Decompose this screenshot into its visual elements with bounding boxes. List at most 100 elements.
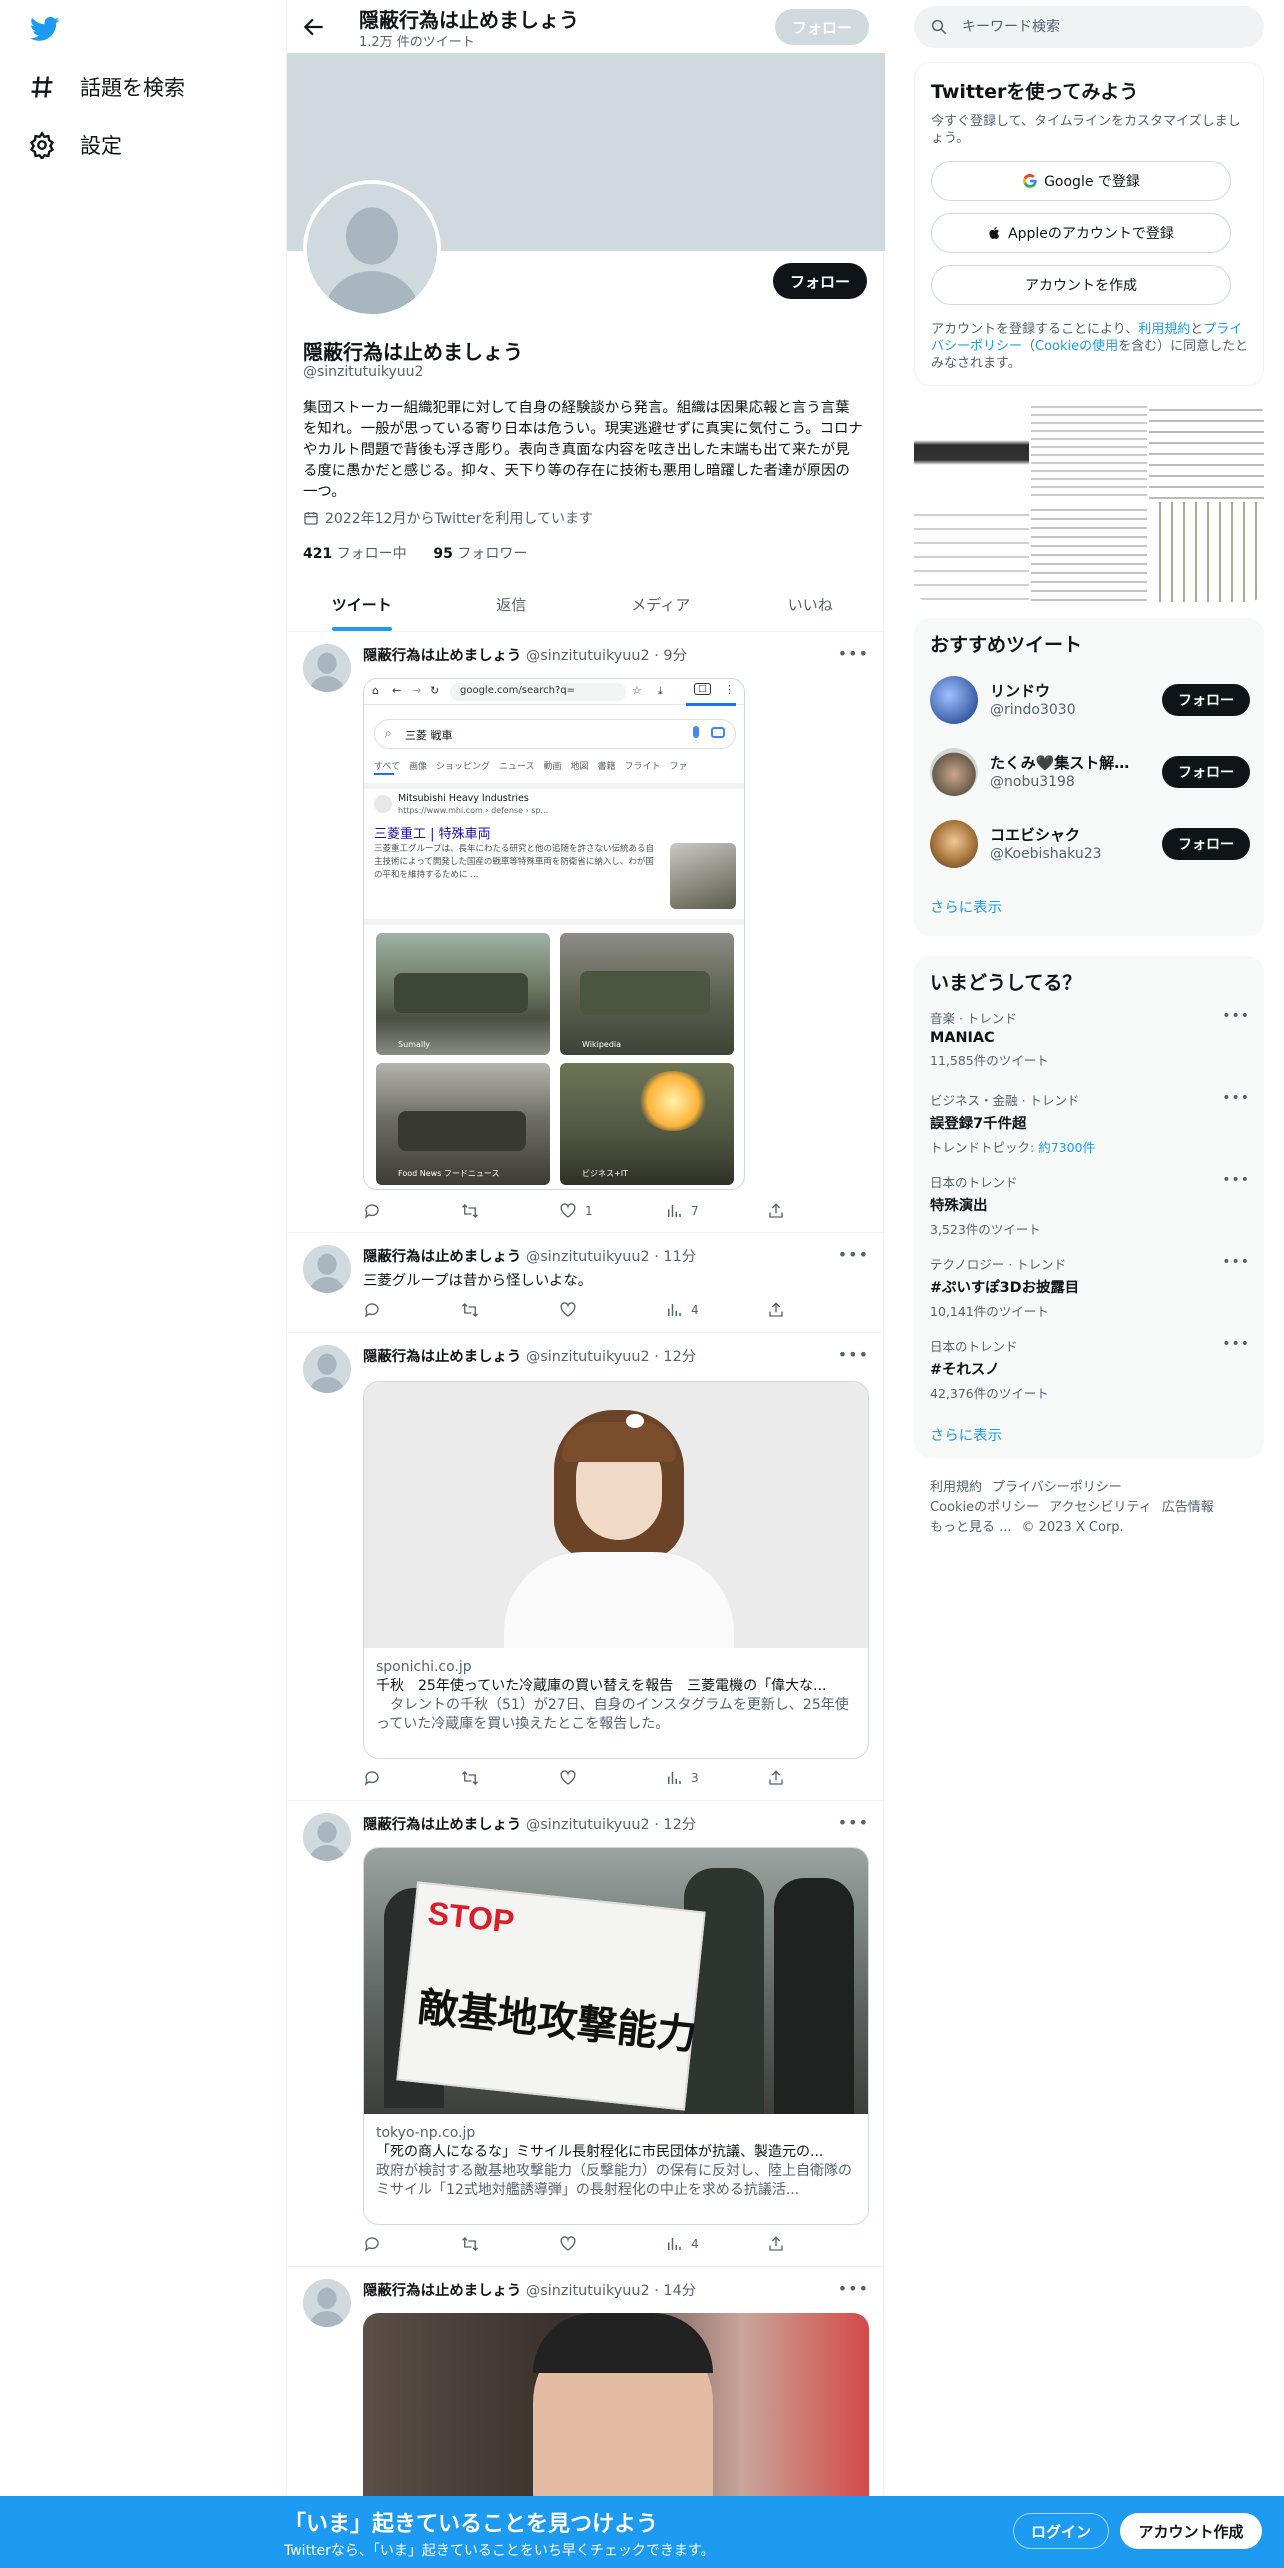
terms-link[interactable]: 利用規約 bbox=[1138, 322, 1190, 337]
suggested-show-more[interactable]: さらに表示 bbox=[930, 896, 1002, 917]
share-button[interactable] bbox=[767, 1202, 785, 1220]
apple-signup-button[interactable]: Appleのアカウントで登録 bbox=[931, 213, 1231, 253]
more-icon[interactable]: ••• bbox=[1222, 1090, 1250, 1106]
following-link[interactable]: 421 フォロー中 bbox=[303, 546, 407, 562]
tweet[interactable]: 隠蔽行為は止めましょう @sinzitutuikyuu2 · 11分 ••• 三… bbox=[287, 1233, 885, 1333]
retweet-button[interactable] bbox=[461, 2235, 479, 2253]
more-icon[interactable]: ••• bbox=[838, 1345, 869, 1364]
views-button[interactable]: 7 bbox=[665, 1202, 699, 1220]
tweet-image[interactable] bbox=[363, 2313, 869, 2496]
suggested-follow-button[interactable]: フォロー bbox=[1162, 684, 1250, 716]
tweet[interactable]: 隠蔽行為は止めましょう @sinzitutuikyuu2 · 14分 ••• bbox=[287, 2267, 885, 2496]
trend-item[interactable]: テクノロジー · トレンド #ぷいすぽ3Dお披露目 10,141件のツイート •… bbox=[930, 1254, 1250, 1320]
views-button[interactable]: 3 bbox=[665, 1769, 699, 1787]
nav-settings[interactable]: 設定 bbox=[28, 130, 122, 160]
media-thumbnail[interactable] bbox=[914, 502, 1030, 602]
more-icon[interactable]: ••• bbox=[838, 644, 869, 663]
login-button[interactable]: ログイン bbox=[1013, 2513, 1109, 2549]
like-button[interactable] bbox=[559, 1769, 577, 1787]
footer-ads[interactable]: 広告情報 bbox=[1162, 1500, 1214, 1515]
tweet-avatar[interactable] bbox=[303, 644, 351, 692]
suggested-user[interactable]: リンドウ @rindo3030 フォロー bbox=[930, 674, 1250, 726]
more-icon[interactable]: ••• bbox=[1222, 1172, 1250, 1188]
tweet-avatar[interactable] bbox=[303, 1813, 351, 1861]
more-icon[interactable]: ••• bbox=[1222, 1336, 1250, 1352]
link-card[interactable]: sponichi.co.jp 千秋 25年使っていた冷蔵庫の買い替えを報告 三菱… bbox=[363, 1381, 869, 1759]
google-signup-button[interactable]: Google で登録 bbox=[931, 161, 1231, 201]
image-result[interactable]: Sumally bbox=[376, 933, 550, 1055]
topbar-follow-button[interactable]: フォロー bbox=[775, 9, 869, 45]
tweet-author-name[interactable]: 隠蔽行為は止めましょう bbox=[363, 1249, 521, 1265]
tweet-author-name[interactable]: 隠蔽行為は止めましょう bbox=[363, 648, 521, 664]
more-icon[interactable]: ••• bbox=[838, 1245, 869, 1264]
footer-terms[interactable]: 利用規約 bbox=[930, 1480, 982, 1495]
media-thumbnail[interactable] bbox=[1148, 400, 1264, 500]
share-button[interactable] bbox=[767, 1301, 785, 1319]
share-button[interactable] bbox=[767, 2235, 785, 2253]
trend-item[interactable]: 日本のトレンド #それスノ 42,376件のツイート ••• bbox=[930, 1336, 1250, 1402]
tweet-avatar[interactable] bbox=[303, 1245, 351, 1293]
views-button[interactable]: 4 bbox=[665, 1301, 699, 1319]
like-button[interactable]: 1 bbox=[559, 1202, 593, 1220]
tweet-author-name[interactable]: 隠蔽行為は止めましょう bbox=[363, 2283, 521, 2299]
reply-button[interactable] bbox=[363, 1769, 381, 1787]
tweet[interactable]: 隠蔽行為は止めましょう @sinzitutuikyuu2 · 9分 ••• ⌂ … bbox=[287, 632, 885, 1233]
trends-show-more[interactable]: さらに表示 bbox=[930, 1424, 1002, 1445]
trend-item[interactable]: ビジネス・金融 · トレンド 誤登録7千件超 トレンドトピック: 約7300件 … bbox=[930, 1090, 1250, 1156]
suggested-follow-button[interactable]: フォロー bbox=[1162, 756, 1250, 788]
footer-cookie[interactable]: Cookieのポリシー bbox=[930, 1500, 1039, 1515]
tweet-avatar[interactable] bbox=[303, 1345, 351, 1393]
trend-item[interactable]: 音楽 · トレンド MANIAC 11,585件のツイート ••• bbox=[930, 1008, 1250, 1069]
profile-avatar[interactable] bbox=[303, 180, 441, 318]
footer-privacy[interactable]: プライバシーポリシー bbox=[992, 1480, 1122, 1495]
reply-button[interactable] bbox=[363, 1202, 381, 1220]
link-card[interactable]: STOP 敵基地攻撃能力 tokyo-np.co.jp 「死の商人になるな」ミサ… bbox=[363, 1847, 869, 2225]
retweet-button[interactable] bbox=[461, 1202, 479, 1220]
twitter-bird-icon[interactable] bbox=[28, 14, 62, 44]
more-icon[interactable]: ••• bbox=[838, 2279, 869, 2298]
create-account-button[interactable]: アカウントを作成 bbox=[931, 265, 1231, 305]
reply-button[interactable] bbox=[363, 2235, 381, 2253]
like-button[interactable] bbox=[559, 2235, 577, 2253]
search-input[interactable] bbox=[962, 19, 1222, 35]
tweet-author-name[interactable]: 隠蔽行為は止めましょう bbox=[363, 1817, 521, 1833]
trend-topic-link[interactable]: 約7300件 bbox=[1038, 1140, 1095, 1155]
media-thumbnail[interactable] bbox=[1031, 502, 1147, 602]
tweet-image-screenshot[interactable]: ⌂ ← → ↻ google.com/search?q= ☆ ⤓ □ ⋮ 三菱 … bbox=[363, 678, 745, 1190]
tweet[interactable]: 隠蔽行為は止めましょう @sinzitutuikyuu2 · 12分 ••• s… bbox=[287, 1333, 885, 1801]
trend-item[interactable]: 日本のトレンド 特殊演出 3,523件のツイート ••• bbox=[930, 1172, 1250, 1238]
media-thumbnail[interactable] bbox=[1031, 400, 1147, 500]
nav-explore[interactable]: 話題を検索 bbox=[28, 72, 185, 102]
tab-media[interactable]: メディア bbox=[586, 580, 736, 631]
more-icon[interactable]: ••• bbox=[838, 1813, 869, 1832]
back-arrow-icon[interactable] bbox=[301, 14, 327, 40]
suggested-user[interactable]: コエビシャク @Koebishaku23 フォロー bbox=[930, 818, 1250, 870]
image-result[interactable]: Food News フードニュース bbox=[376, 1063, 550, 1185]
suggested-follow-button[interactable]: フォロー bbox=[1162, 828, 1250, 860]
tab-tweets[interactable]: ツイート bbox=[287, 580, 437, 631]
views-button[interactable]: 4 bbox=[665, 2235, 699, 2253]
profile-follow-button[interactable]: フォロー bbox=[773, 263, 867, 299]
tweet-avatar[interactable] bbox=[303, 2279, 351, 2327]
tweet[interactable]: 隠蔽行為は止めましょう @sinzitutuikyuu2 · 12分 ••• S… bbox=[287, 1801, 885, 2267]
cookie-link[interactable]: Cookieの使用 bbox=[1035, 339, 1118, 354]
retweet-button[interactable] bbox=[461, 1301, 479, 1319]
result-title[interactable]: 三菱重工 | 特殊車両 bbox=[374, 823, 491, 842]
tab-replies[interactable]: 返信 bbox=[437, 580, 587, 631]
tweet-author-name[interactable]: 隠蔽行為は止めましょう bbox=[363, 1349, 521, 1365]
more-icon[interactable]: ••• bbox=[1222, 1008, 1250, 1024]
reply-button[interactable] bbox=[363, 1301, 381, 1319]
tab-likes[interactable]: いいね bbox=[736, 580, 886, 631]
media-thumbnail[interactable] bbox=[914, 400, 1030, 500]
like-button[interactable] bbox=[559, 1301, 577, 1319]
suggested-user[interactable]: たくみ🖤集スト解決… @nobu3198 フォロー bbox=[930, 746, 1250, 798]
footer-accessibility[interactable]: アクセシビリティ bbox=[1049, 1500, 1152, 1515]
followers-link[interactable]: 95 フォロワー bbox=[433, 546, 527, 562]
search-bar[interactable] bbox=[914, 6, 1264, 48]
signup-button[interactable]: アカウント作成 bbox=[1120, 2513, 1262, 2549]
footer-more[interactable]: もっと見る ... bbox=[930, 1520, 1012, 1535]
image-result[interactable]: Wikipedia bbox=[560, 933, 734, 1055]
media-thumbnail[interactable] bbox=[1148, 502, 1264, 602]
share-button[interactable] bbox=[767, 1769, 785, 1787]
more-icon[interactable]: ••• bbox=[1222, 1254, 1250, 1270]
